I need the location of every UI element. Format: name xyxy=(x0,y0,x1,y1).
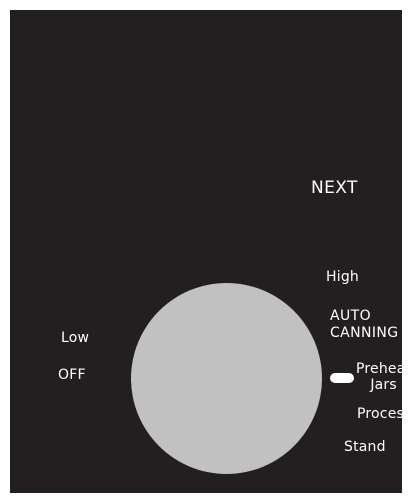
control-panel: NEXT High AUTO CANNING Low OFF Preheat J… xyxy=(10,10,411,493)
position-label-high: High xyxy=(326,269,359,285)
position-label-low: Low xyxy=(61,330,90,346)
position-label-off: OFF xyxy=(58,367,86,383)
position-label-auto-canning: AUTO CANNING xyxy=(330,308,399,341)
position-label-process: Process xyxy=(357,406,412,422)
position-label-stand: Stand xyxy=(344,439,386,455)
selector-knob[interactable] xyxy=(131,283,322,474)
position-indicator xyxy=(330,373,354,383)
position-label-preheat-jars: Preheat Jars xyxy=(356,361,412,393)
next-label: NEXT xyxy=(311,178,358,198)
